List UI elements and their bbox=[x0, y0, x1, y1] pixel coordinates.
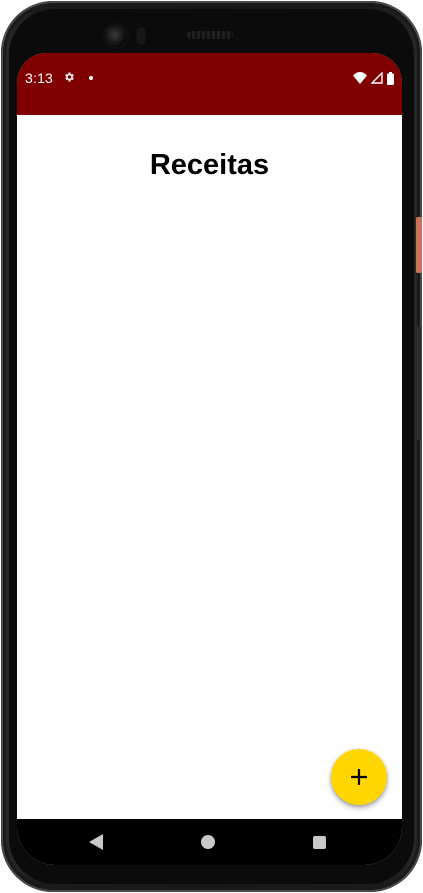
phone-frame: 3:13 Receitas bbox=[1, 1, 422, 892]
recents-icon[interactable] bbox=[313, 836, 326, 849]
signal-icon bbox=[371, 72, 383, 84]
home-icon[interactable] bbox=[201, 835, 215, 849]
screen: 3:13 Receitas bbox=[17, 53, 402, 865]
status-time: 3:13 bbox=[25, 70, 54, 86]
back-icon[interactable] bbox=[89, 834, 103, 850]
volume-button[interactable] bbox=[417, 326, 421, 441]
status-bar: 3:13 bbox=[17, 53, 402, 115]
earpiece-speaker bbox=[187, 31, 233, 39]
plus-icon bbox=[351, 769, 367, 785]
add-recipe-button[interactable] bbox=[331, 749, 387, 805]
notification-dot-icon bbox=[89, 76, 93, 80]
front-camera bbox=[105, 25, 127, 47]
battery-icon bbox=[387, 71, 394, 85]
camera-sensor bbox=[137, 27, 145, 45]
power-button[interactable] bbox=[416, 217, 422, 273]
gear-icon bbox=[65, 72, 74, 82]
page-title: Receitas bbox=[149, 149, 270, 181]
status-icons bbox=[353, 71, 394, 85]
wifi-icon bbox=[353, 72, 367, 84]
navigation-bar bbox=[17, 819, 402, 865]
